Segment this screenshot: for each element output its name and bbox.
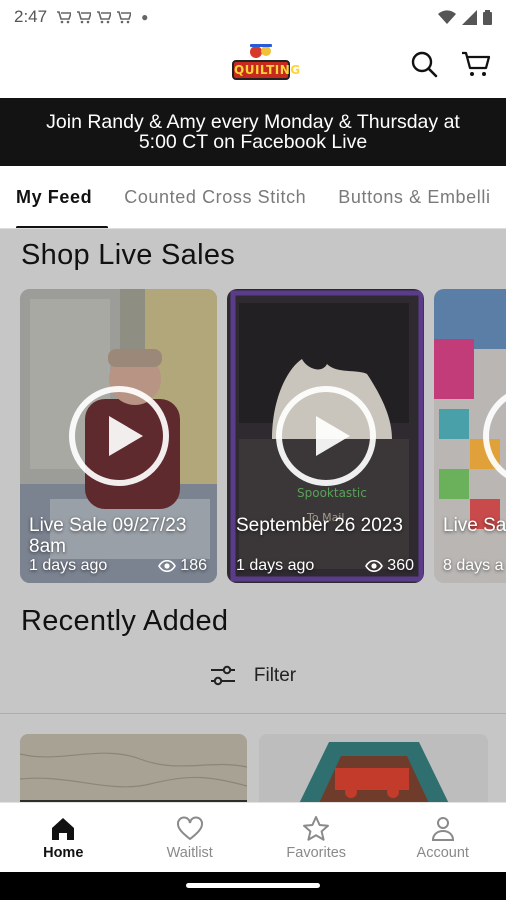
logo-mascot-icon: [250, 44, 272, 58]
live-sale-meta: 1 days ago 186: [29, 557, 207, 575]
nav-favorites-label: Favorites: [286, 844, 347, 861]
live-sale-meta: 1 days ago 360: [236, 557, 414, 575]
live-sale-age: 1 days ago: [29, 557, 108, 574]
banner-line-1: Join Randy & Amy every Monday & Thursday…: [46, 111, 460, 133]
eye-icon: [158, 560, 177, 572]
tab-counted-cross-stitch[interactable]: Counted Cross Stitch: [108, 166, 322, 228]
live-sale-title: Live Sale 09/27/23 8am: [29, 515, 187, 557]
nav-account-label: Account: [416, 844, 469, 861]
banner-line-2: 5:00 CT on Facebook Live: [138, 131, 368, 153]
cart-notification-icon: [77, 10, 92, 23]
tab-buttons-embellishments[interactable]: Buttons & Embelli: [322, 166, 506, 228]
filter-label: Filter: [253, 665, 297, 686]
search-button[interactable]: [408, 48, 440, 80]
live-sale-title: September 26 2023: [236, 515, 403, 536]
quilting-logo[interactable]: QUILTING: [228, 40, 300, 88]
live-sale-card[interactable]: Live Sale 09/27/23 8am 1 days ago 186: [20, 289, 217, 583]
live-sale-meta: 8 days a: [443, 557, 506, 575]
product-card[interactable]: [259, 734, 488, 802]
home-icon: [52, 817, 75, 840]
category-tabs: My Feed Counted Cross Stitch Buttons & E…: [0, 166, 506, 229]
person-icon: [431, 816, 454, 841]
nav-favorites[interactable]: Favorites: [253, 803, 380, 872]
recently-added-title: Recently Added: [21, 605, 229, 637]
live-sale-card[interactable]: Live Sa 8am 8 days a: [434, 289, 506, 583]
more-notifications-dot: ●: [141, 10, 149, 24]
home-gesture-handle[interactable]: [186, 883, 320, 888]
nav-account[interactable]: Account: [380, 803, 506, 872]
cart-notification-icon: [57, 10, 72, 23]
search-icon: [411, 51, 438, 78]
status-time: 2:47: [14, 7, 48, 26]
cart-icon: [462, 51, 491, 76]
cart-notification-icon: [97, 10, 112, 23]
nav-waitlist[interactable]: Waitlist: [127, 803, 254, 872]
live-sale-age: 1 days ago: [236, 557, 315, 574]
view-count-value: 360: [387, 557, 414, 574]
wifi-icon: [438, 9, 456, 24]
bottom-navigation: Home Waitlist Favorites Account: [0, 802, 506, 872]
play-button-icon[interactable]: [275, 386, 376, 486]
system-gesture-bar: [0, 872, 506, 900]
cart-button[interactable]: [460, 48, 492, 80]
view-count-value: 186: [180, 557, 207, 574]
feed-content: Shop Live Sales Live Sale 09/27/23 8am 1…: [0, 229, 506, 802]
filter-button[interactable]: Filter: [0, 656, 506, 696]
nav-home-label: Home: [43, 844, 84, 861]
live-sale-age: 8 days a: [443, 557, 504, 574]
view-count: 360: [365, 557, 414, 575]
live-sale-title: Live Sa 8am: [443, 515, 506, 536]
product-card[interactable]: [20, 734, 247, 802]
live-sale-card[interactable]: Spooktastic To Mail September 26 2023 1 …: [227, 289, 424, 583]
shop-live-sales-title: Shop Live Sales: [21, 239, 236, 271]
signal-icon: [462, 9, 477, 25]
status-bar: 2:47 ●: [0, 0, 506, 34]
section-divider: [0, 713, 506, 714]
heart-icon: [176, 816, 203, 840]
logo-text: QUILTING: [232, 60, 300, 80]
nav-waitlist-label: Waitlist: [166, 844, 213, 861]
product-thumbnail: [20, 734, 247, 802]
facebook-live-banner[interactable]: Join Randy & Amy every Monday & Thursday…: [0, 98, 506, 166]
tab-my-feed[interactable]: My Feed: [0, 166, 109, 228]
view-count: 186: [158, 557, 207, 575]
svg-text:Spooktastic: Spooktastic: [297, 486, 367, 500]
product-thumbnail: [259, 734, 488, 802]
play-button-icon[interactable]: [68, 386, 169, 486]
live-sales-carousel[interactable]: Live Sale 09/27/23 8am 1 days ago 186 Sp…: [20, 289, 506, 583]
filter-icon: [210, 665, 235, 686]
nav-home[interactable]: Home: [0, 803, 127, 872]
star-icon: [303, 815, 330, 841]
cart-notification-icon: [117, 10, 132, 23]
app-header: QUILTING: [0, 34, 506, 98]
eye-icon: [365, 560, 384, 572]
battery-icon: [483, 9, 492, 25]
